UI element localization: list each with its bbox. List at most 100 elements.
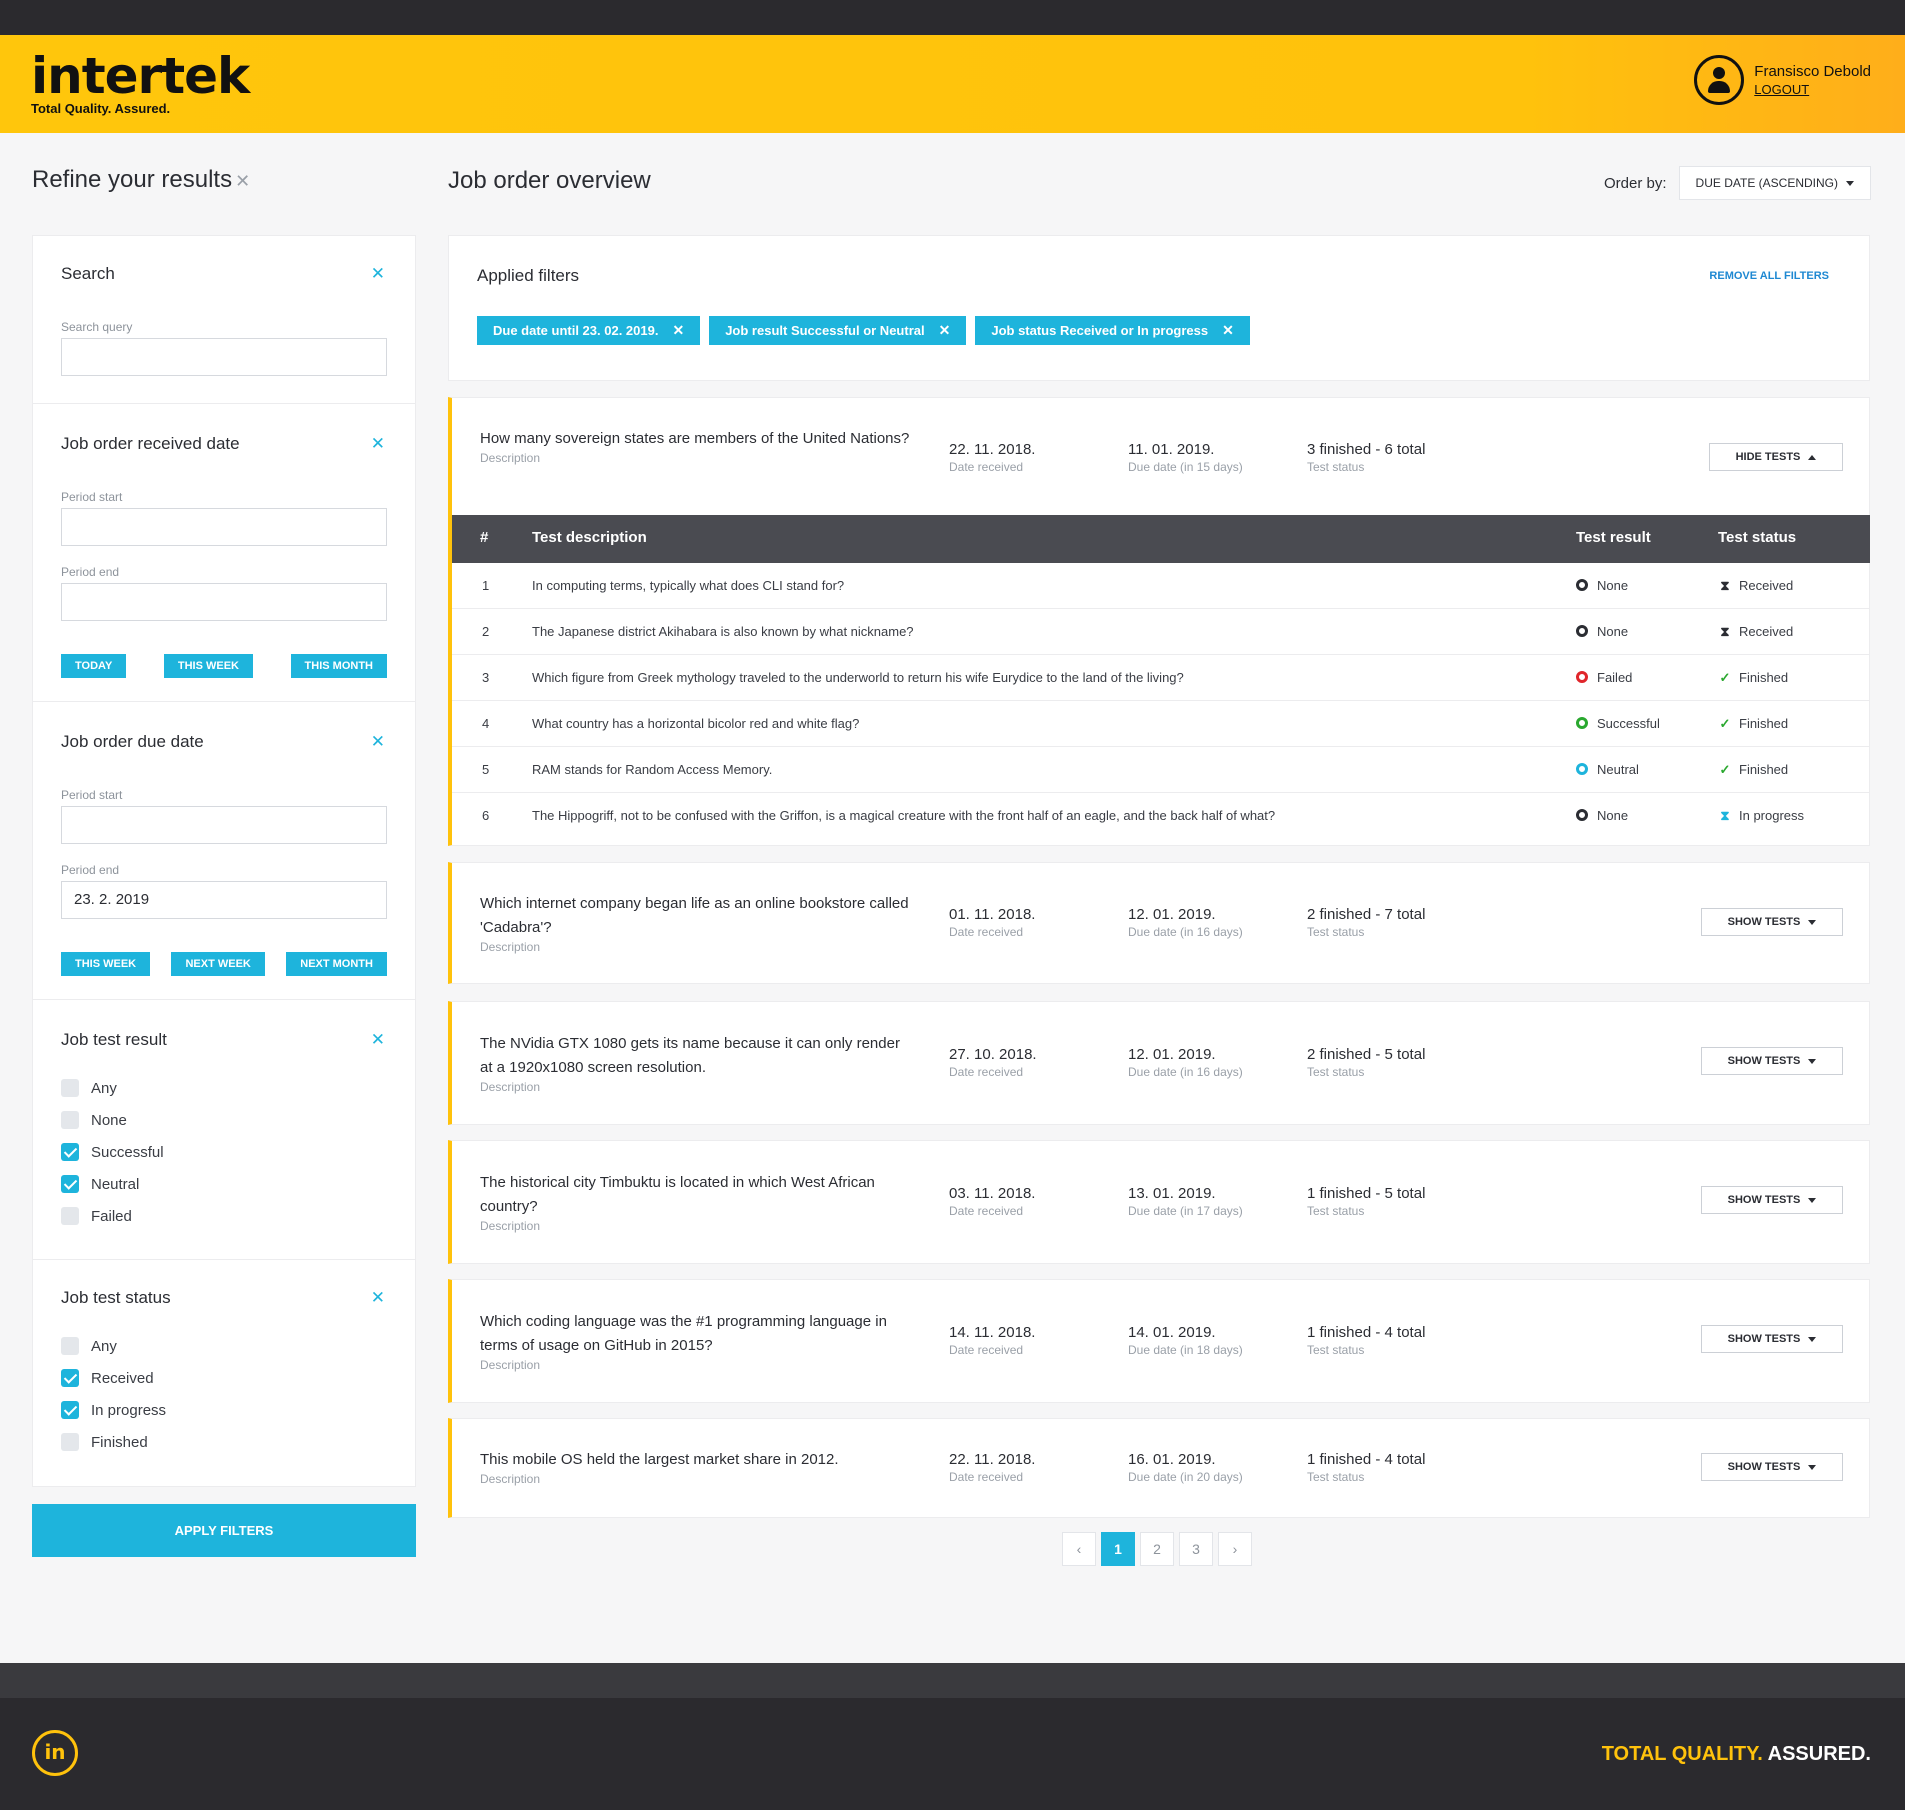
checkbox[interactable] xyxy=(61,1433,79,1451)
show-tests-button[interactable]: SHOW TESTS xyxy=(1701,1047,1843,1075)
search-input[interactable] xyxy=(61,338,387,376)
due-label: Due date (in 17 days) xyxy=(1128,1204,1243,1218)
logout-link[interactable]: LOGOUT xyxy=(1754,81,1871,98)
checkbox-checked[interactable] xyxy=(61,1175,79,1193)
due-next-month-button[interactable]: NEXT MONTH xyxy=(286,952,387,976)
checkbox[interactable] xyxy=(61,1337,79,1355)
due-next-week-button[interactable]: NEXT WEEK xyxy=(171,952,265,976)
order-by-label: Order by: xyxy=(1604,174,1667,192)
apply-filters-button[interactable]: APPLY FILTERS xyxy=(32,1504,416,1557)
chip-label: Job result Successful or Neutral xyxy=(725,323,925,338)
show-tests-button[interactable]: SHOW TESTS xyxy=(1701,1186,1843,1214)
status-option-finished[interactable]: Finished xyxy=(61,1426,166,1458)
job-description-label: Description xyxy=(480,1358,541,1372)
checkbox[interactable] xyxy=(61,1079,79,1097)
clear-due-icon[interactable]: ✕ xyxy=(371,732,385,752)
result-option-successful[interactable]: Successful xyxy=(61,1136,164,1168)
page-2-button[interactable]: 2 xyxy=(1140,1532,1174,1566)
remove-chip-icon[interactable]: ✕ xyxy=(672,322,684,338)
footer-logo-icon[interactable]: in xyxy=(32,1730,78,1776)
hide-tests-button[interactable]: HIDE TESTS xyxy=(1709,443,1843,471)
status-option-in-progress[interactable]: In progress xyxy=(61,1394,166,1426)
filter-sidebar: Search ✕ Search query Job order received… xyxy=(32,235,416,1487)
close-refine-icon[interactable]: ✕ xyxy=(235,171,250,191)
row-description: What country has a horizontal bicolor re… xyxy=(532,716,860,731)
checkbox[interactable] xyxy=(61,1111,79,1129)
checkbox-checked[interactable] xyxy=(61,1369,79,1387)
result-option-none[interactable]: None xyxy=(61,1104,164,1136)
result-option-failed[interactable]: Failed xyxy=(61,1200,164,1232)
remove-chip-icon[interactable]: ✕ xyxy=(1222,322,1234,338)
status-label: Finished xyxy=(1739,716,1789,731)
page-1-button[interactable]: 1 xyxy=(1101,1532,1135,1566)
tagline-part-b: ASSURED. xyxy=(1767,1743,1871,1765)
table-row[interactable]: 4 What country has a horizontal bicolor … xyxy=(452,701,1870,747)
job-card: Which internet company began life as an … xyxy=(448,862,1870,984)
show-tests-label: SHOW TESTS xyxy=(1727,1055,1801,1067)
clear-received-icon[interactable]: ✕ xyxy=(371,434,385,454)
received-today-button[interactable]: TODAY xyxy=(61,654,127,678)
received-this-week-button[interactable]: THIS WEEK xyxy=(163,654,253,678)
next-page-button[interactable]: › xyxy=(1218,1532,1252,1566)
job-description: Which coding language was the #1 program… xyxy=(480,1310,910,1373)
user-menu: Fransisco Debold LOGOUT xyxy=(1694,55,1871,105)
job-question: The historical city Timbuktu is located … xyxy=(480,1174,875,1215)
result-failed-icon xyxy=(1576,671,1588,683)
intertek-logo[interactable]: intertek Total Quality. Assured. xyxy=(31,45,250,117)
due-start-input[interactable] xyxy=(61,806,387,844)
status-option-any[interactable]: Any xyxy=(61,1330,166,1362)
clear-status-icon[interactable]: ✕ xyxy=(371,1288,385,1308)
refine-title: Refine your results ✕ xyxy=(32,166,250,194)
show-tests-button[interactable]: SHOW TESTS xyxy=(1701,1453,1843,1481)
job-description-label: Description xyxy=(480,1219,541,1233)
received-end-input[interactable] xyxy=(61,583,387,621)
result-options: Any None Successful Neutral Failed xyxy=(61,1072,164,1232)
table-row[interactable]: 3 Which figure from Greek mythology trav… xyxy=(452,655,1870,701)
prev-page-button[interactable]: ‹ xyxy=(1062,1532,1096,1566)
table-row[interactable]: 5 RAM stands for Random Access Memory. N… xyxy=(452,747,1870,793)
chip-label: Job status Received or In progress xyxy=(991,323,1209,338)
logo-wordmark: intertek xyxy=(31,47,250,105)
result-neutral-icon xyxy=(1576,763,1588,775)
page-3-button[interactable]: 3 xyxy=(1179,1532,1213,1566)
due-quick-buttons: THIS WEEK NEXT WEEK NEXT MONTH xyxy=(61,952,387,976)
result-label: None xyxy=(1597,578,1629,593)
top-bar xyxy=(0,0,1905,35)
job-question: This mobile OS held the largest market s… xyxy=(480,1451,839,1468)
order-by-select[interactable]: DUE DATE (ASCENDING) xyxy=(1678,166,1871,200)
filter-chip-job-status[interactable]: Job status Received or In progress ✕ xyxy=(975,316,1250,345)
table-row[interactable]: 1 In computing terms, typically what doe… xyxy=(452,563,1870,609)
filter-chip-due-date[interactable]: Due date until 23. 02. 2019. ✕ xyxy=(477,316,701,345)
clear-search-icon[interactable]: ✕ xyxy=(371,264,385,284)
job-test-status: 1 finished - 5 total Test status xyxy=(1307,1184,1425,1219)
due-this-week-button[interactable]: THIS WEEK xyxy=(61,952,151,976)
table-row[interactable]: 2 The Japanese district Akihabara is als… xyxy=(452,609,1870,655)
received-start-input[interactable] xyxy=(61,508,387,546)
job-description-label: Description xyxy=(480,940,541,954)
header: intertek Total Quality. Assured. Fransis… xyxy=(0,35,1905,133)
show-tests-button[interactable]: SHOW TESTS xyxy=(1701,1325,1843,1353)
option-label: Any xyxy=(91,1079,117,1097)
search-query-label: Search query xyxy=(61,320,133,334)
result-option-neutral[interactable]: Neutral xyxy=(61,1168,164,1200)
result-label: None xyxy=(1597,624,1629,639)
received-value: 27. 10. 2018. xyxy=(949,1046,1037,1063)
checkbox[interactable] xyxy=(61,1207,79,1225)
received-this-month-button[interactable]: THIS MONTH xyxy=(290,654,387,678)
filter-chip-job-result[interactable]: Job result Successful or Neutral ✕ xyxy=(709,316,967,345)
checkbox-checked[interactable] xyxy=(61,1401,79,1419)
table-row[interactable]: 6 The Hippogriff, not to be confused wit… xyxy=(452,793,1870,839)
remove-chip-icon[interactable]: ✕ xyxy=(939,322,951,338)
show-tests-button[interactable]: SHOW TESTS xyxy=(1701,908,1843,936)
test-result-section: Job test result ✕ Any None Successful Ne… xyxy=(33,1000,415,1260)
result-label: None xyxy=(1597,808,1629,823)
remove-all-filters-link[interactable]: REMOVE ALL FILTERS xyxy=(1709,270,1829,282)
status-option-received[interactable]: Received xyxy=(61,1362,166,1394)
clear-result-icon[interactable]: ✕ xyxy=(371,1030,385,1050)
job-question: Which coding language was the #1 program… xyxy=(480,1313,887,1354)
job-test-status: 1 finished - 4 total Test status xyxy=(1307,1450,1425,1485)
checkbox-checked[interactable] xyxy=(61,1143,79,1161)
due-value: 13. 01. 2019. xyxy=(1128,1185,1216,1202)
due-end-input[interactable]: 23. 2. 2019 xyxy=(61,881,387,919)
result-option-any[interactable]: Any xyxy=(61,1072,164,1104)
